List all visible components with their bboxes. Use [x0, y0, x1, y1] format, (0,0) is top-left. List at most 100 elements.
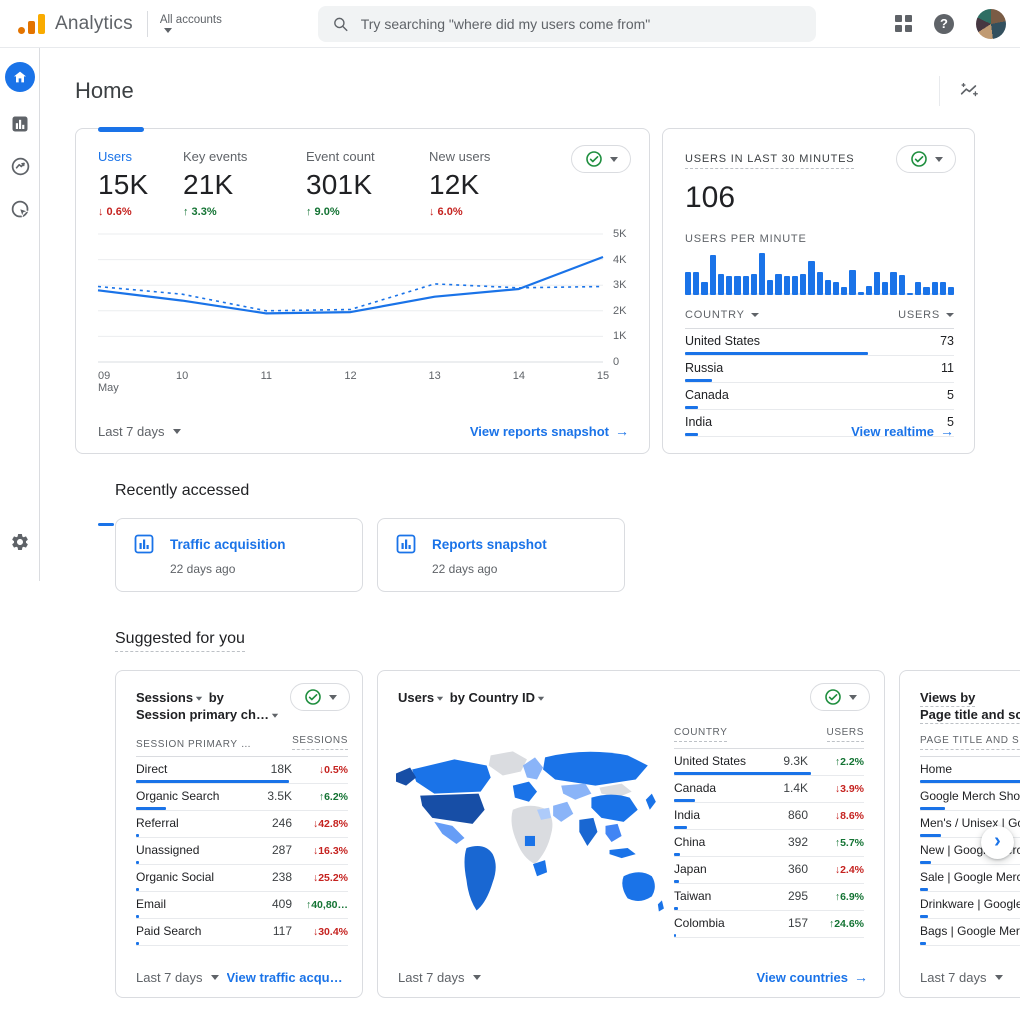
value-bar — [685, 433, 698, 436]
table-row: India 860 ↓8.6% — [674, 803, 864, 830]
delta-up: ↑2.2% — [834, 756, 864, 768]
sidebar-item-home[interactable] — [0, 62, 40, 92]
insights-status-pill[interactable] — [290, 683, 350, 711]
chevron-down-icon — [163, 28, 172, 33]
value-bar — [136, 780, 289, 783]
country-column-header[interactable]: COUNTRY — [674, 727, 728, 742]
insights-status-pill[interactable] — [896, 145, 956, 173]
view-realtime-link[interactable]: View realtime → — [851, 423, 954, 439]
line-chart-canvas — [97, 233, 604, 363]
minute-bar — [783, 276, 790, 295]
topbar-divider — [146, 10, 148, 37]
insights-icon[interactable] — [958, 80, 980, 102]
table-row: Referral 246 ↓42.8% — [136, 811, 348, 838]
value-bar — [674, 934, 677, 937]
sidebar-item-advertising[interactable] — [0, 199, 40, 220]
delta-down: ↓25.2% — [312, 872, 348, 884]
delta-down: ↓3.9% — [834, 783, 864, 795]
metric-delta: ↑ 3.3% — [183, 206, 217, 218]
link-label: View realtime — [851, 424, 934, 439]
recent-card-time: 22 days ago — [170, 562, 236, 576]
chevron-down-icon — [328, 694, 337, 700]
minute-bar — [915, 281, 922, 295]
table-row: Google Merch Shop — [920, 784, 1020, 811]
search-bar[interactable] — [317, 5, 816, 42]
minute-bar — [849, 269, 856, 295]
date-range-selector[interactable]: Last 7 days — [98, 424, 181, 439]
y-axis-tick: 2K — [613, 304, 627, 317]
recent-card-reports-snapshot[interactable]: Reports snapshot 22 days ago — [377, 518, 625, 592]
x-axis-tick: 15 — [596, 370, 610, 382]
metric-users[interactable]: Users 15K ↓ 0.6% — [98, 149, 183, 218]
reports-icon — [12, 116, 28, 132]
pages-card-title[interactable]: Views by Page title and scree… — [920, 689, 1020, 724]
delta-up: ↑5.7% — [834, 837, 864, 849]
country-name: Canada — [685, 388, 729, 402]
x-axis-tick: 10 — [176, 370, 189, 382]
chevron-down-icon — [848, 694, 857, 700]
date-range-selector[interactable]: Last 7 days — [398, 970, 481, 985]
users-column-header[interactable]: USERS — [826, 727, 864, 742]
insights-status-pill[interactable] — [810, 683, 870, 711]
value-bar — [674, 853, 680, 856]
carousel-next-button[interactable]: › — [981, 826, 1014, 859]
metrics-row: Users 15K ↓ 0.6% Key events 21K ↑ 3.3% E… — [76, 129, 649, 218]
arrow-right-icon: → — [349, 969, 350, 985]
account-selector[interactable]: All accounts — [160, 14, 222, 33]
chevron-down-icon — [994, 975, 1003, 980]
country-name: Taiwan — [674, 889, 712, 903]
recently-accessed-title: Recently accessed — [115, 482, 250, 499]
minute-bar — [693, 271, 700, 295]
analytics-logo-icon[interactable] — [18, 13, 45, 34]
users-value: 73 — [940, 334, 954, 348]
metric-value: 301K — [306, 169, 373, 200]
delta-up: ↑6.9% — [834, 891, 864, 903]
page-title-column-header[interactable]: PAGE TITLE AND S… — [920, 735, 1020, 750]
value-bar — [136, 915, 140, 918]
x-axis-labels: 09 May 10 11 12 13 14 15 — [98, 370, 609, 398]
avatar[interactable] — [976, 8, 1006, 39]
sidebar-item-explore[interactable] — [0, 156, 40, 177]
column-header[interactable]: SESSION PRIMARY … — [136, 739, 251, 750]
account-selector-label: All accounts — [159, 14, 222, 26]
recent-card-traffic-acquisition[interactable]: Traffic acquisition 22 days ago — [115, 518, 363, 592]
metric-new-users[interactable]: New users 12K ↓ 6.0% — [429, 149, 490, 218]
column-header[interactable]: SESSIONS — [292, 735, 348, 750]
countries-table: United States 9.3K ↑2.2% Canada 1.4K ↓3.… — [674, 749, 864, 938]
y-axis-tick: 0 — [613, 356, 620, 368]
search-input[interactable] — [360, 15, 802, 32]
delta-down: ↓30.4% — [312, 926, 348, 938]
view-traffic-acquisition-link[interactable]: View traffic acqu…→ — [227, 969, 351, 985]
help-icon[interactable]: ? — [934, 13, 954, 34]
realtime-card: USERS IN LAST 30 MINUTES 106 USERS PER M… — [662, 128, 975, 454]
country-name: United States — [674, 754, 747, 768]
sessions-card-title[interactable]: Sessions by Session primary ch… — [136, 689, 286, 723]
table-row: Canada 1.4K ↓3.9% — [674, 776, 864, 803]
apps-grid-icon[interactable] — [895, 15, 912, 32]
view-reports-snapshot-link[interactable]: View reports snapshot → — [470, 423, 629, 439]
view-countries-link[interactable]: View countries → — [756, 969, 868, 985]
countries-card-title[interactable]: Users by Country ID — [398, 689, 698, 706]
channel-name: Organic Social — [136, 870, 215, 884]
page-title: Google Merch Shop — [920, 789, 1020, 803]
x-axis-tick: 12 — [344, 370, 357, 382]
minute-bar — [750, 274, 757, 295]
users-column-header[interactable]: USERS — [898, 309, 954, 321]
value-bar — [920, 861, 931, 864]
metric-label: New users — [429, 149, 491, 164]
minute-bar — [857, 291, 864, 295]
date-range-selector[interactable]: Last 7 days — [920, 970, 1003, 985]
sidebar-item-admin[interactable] — [0, 532, 40, 552]
country-column-header[interactable]: COUNTRY — [685, 309, 759, 321]
minute-bar — [923, 286, 930, 295]
value-bar — [136, 888, 139, 891]
sidebar-item-reports[interactable] — [0, 114, 40, 134]
recent-card-time: 22 days ago — [432, 562, 498, 576]
metric-key-events[interactable]: Key events 21K ↑ 3.3% — [183, 149, 306, 218]
realtime-users-value: 106 — [685, 181, 736, 214]
insights-status-pill[interactable] — [571, 145, 631, 173]
metric-event-count[interactable]: Event count 301K ↑ 9.0% — [306, 149, 429, 218]
date-range-selector[interactable]: Last 7 days — [136, 970, 219, 985]
y-axis-tick: 3K — [613, 279, 627, 292]
value-bar — [920, 888, 929, 891]
